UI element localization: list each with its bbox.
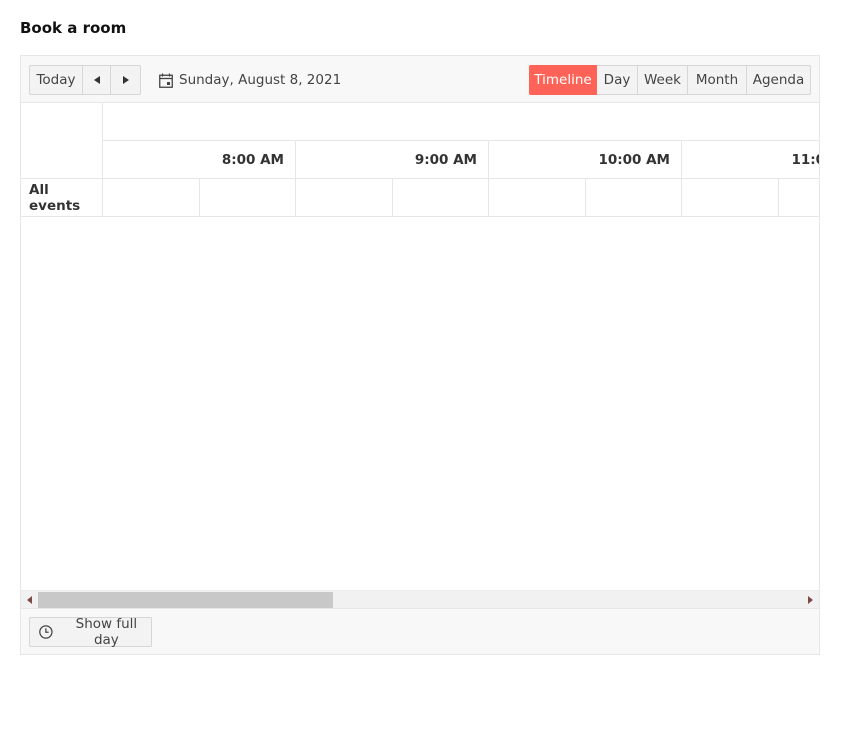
- today-button[interactable]: Today: [29, 65, 83, 95]
- show-full-day-label: Show full day: [75, 616, 138, 648]
- scrollbar-thumb[interactable]: [38, 592, 333, 608]
- view-week-button[interactable]: Week: [638, 65, 688, 95]
- time-header-cell: 8:00 AM: [103, 141, 296, 178]
- date-picker[interactable]: Sunday, August 8, 2021: [159, 69, 341, 91]
- time-slot[interactable]: [489, 179, 586, 216]
- time-label: 11:00 AM: [791, 152, 819, 168]
- view-timeline-button[interactable]: Timeline: [529, 65, 597, 95]
- time-slot[interactable]: [199, 179, 296, 216]
- time-slot[interactable]: [682, 179, 779, 216]
- view-agenda-button[interactable]: Agenda: [747, 65, 811, 95]
- time-label: 8:00 AM: [221, 152, 284, 168]
- view-switcher: Timeline Day Week Month Agenda: [529, 65, 811, 95]
- page-title: Book a room: [20, 19, 127, 37]
- time-header-row: 8:00 AM 9:00 AM 10:00 AM 11:00 AM: [103, 141, 819, 179]
- time-slot[interactable]: [392, 179, 489, 216]
- time-label: 10:00 AM: [598, 152, 670, 168]
- all-events-row-label: All events: [21, 179, 103, 217]
- time-slot[interactable]: [103, 179, 200, 216]
- time-slot[interactable]: [296, 179, 393, 216]
- calendar-icon: [159, 73, 173, 88]
- show-full-day-button[interactable]: Show full day: [29, 616, 152, 648]
- view-month-button[interactable]: Month: [688, 65, 747, 95]
- time-slot[interactable]: [585, 179, 682, 216]
- caret-left-icon: [93, 76, 100, 84]
- time-label: 9:00 AM: [414, 152, 477, 168]
- scroll-left-button[interactable]: [21, 591, 38, 608]
- clock-icon: [39, 625, 53, 639]
- view-day-button[interactable]: Day: [597, 65, 638, 95]
- scheduler: Today Sunday, August 8, 2021 Timeline Da…: [20, 55, 820, 655]
- scroll-left-icon: [27, 595, 32, 604]
- date-header-row: [103, 103, 819, 141]
- time-header-cell: 9:00 AM: [296, 141, 489, 178]
- scroll-right-button[interactable]: [802, 591, 819, 608]
- previous-button[interactable]: [82, 65, 111, 95]
- horizontal-scrollbar[interactable]: [21, 590, 819, 608]
- time-header-cell: 10:00 AM: [489, 141, 682, 178]
- time-header-cell: 11:00 AM: [682, 141, 819, 178]
- scroll-right-icon: [808, 595, 813, 604]
- caret-right-icon: [122, 76, 129, 84]
- scheduler-footer: Show full day: [21, 608, 819, 654]
- next-button[interactable]: [110, 65, 141, 95]
- time-slot[interactable]: [778, 179, 819, 216]
- current-date-label: Sunday, August 8, 2021: [179, 72, 342, 88]
- scheduler-toolbar: Today Sunday, August 8, 2021 Timeline Da…: [21, 56, 819, 103]
- grid-corner: [21, 103, 103, 179]
- timeline-grid: 8:00 AM 9:00 AM 10:00 AM 11:00 AM All ev…: [21, 103, 819, 590]
- all-events-slots: [103, 179, 819, 217]
